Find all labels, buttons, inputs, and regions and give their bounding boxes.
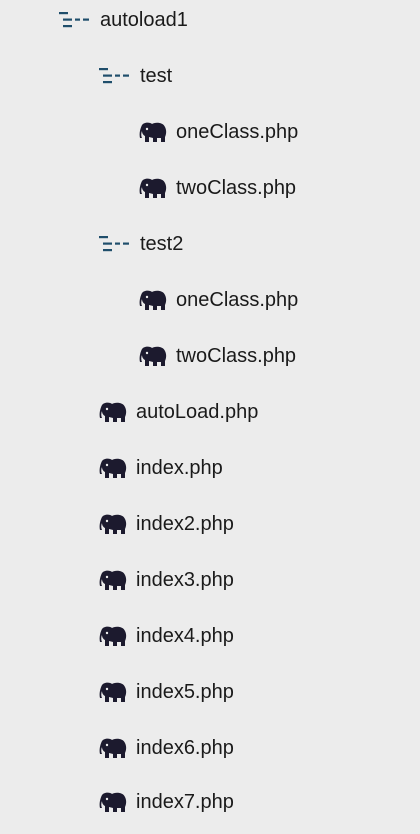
- tree-folder-item[interactable]: test: [0, 56, 420, 96]
- tree-file-item[interactable]: index5.php: [0, 672, 420, 712]
- php-elephant-icon: [138, 121, 170, 143]
- php-elephant-icon: [98, 791, 130, 813]
- php-elephant-icon: [138, 345, 170, 367]
- tree-item-label: autoload1: [100, 8, 188, 31]
- tree-file-item[interactable]: index6.php: [0, 728, 420, 768]
- tree-item-label: index4.php: [136, 624, 234, 647]
- php-elephant-icon: [98, 681, 130, 703]
- tree-folder-item[interactable]: test2: [0, 224, 420, 264]
- tree-file-item[interactable]: index.php: [0, 448, 420, 488]
- tree-folder-item[interactable]: autoload1: [0, 0, 420, 40]
- folder-tree-icon: [58, 9, 90, 31]
- tree-item-label: oneClass.php: [176, 120, 299, 143]
- tree-file-item[interactable]: index4.php: [0, 616, 420, 656]
- php-elephant-icon: [98, 625, 130, 647]
- tree-item-label: index.php: [136, 456, 223, 479]
- php-elephant-icon: [98, 513, 130, 535]
- tree-file-item[interactable]: oneClass.php: [0, 112, 420, 152]
- tree-item-label: index3.php: [136, 568, 234, 591]
- tree-item-label: autoLoad.php: [136, 400, 259, 423]
- tree-file-item[interactable]: autoLoad.php: [0, 392, 420, 432]
- tree-file-item[interactable]: index7.php: [0, 782, 420, 822]
- tree-item-label: index6.php: [136, 736, 234, 759]
- tree-item-label: index2.php: [136, 512, 234, 535]
- tree-item-label: twoClass.php: [176, 176, 297, 199]
- php-elephant-icon: [98, 401, 130, 423]
- folder-tree-icon: [98, 233, 130, 255]
- tree-file-item[interactable]: twoClass.php: [0, 336, 420, 376]
- tree-item-label: oneClass.php: [176, 288, 299, 311]
- tree-file-item[interactable]: oneClass.php: [0, 280, 420, 320]
- tree-item-label: test: [140, 64, 173, 87]
- php-elephant-icon: [98, 457, 130, 479]
- php-elephant-icon: [138, 177, 170, 199]
- folder-tree-icon: [98, 65, 130, 87]
- tree-file-item[interactable]: index2.php: [0, 504, 420, 544]
- php-elephant-icon: [138, 289, 170, 311]
- php-elephant-icon: [98, 569, 130, 591]
- tree-item-label: twoClass.php: [176, 344, 297, 367]
- tree-file-item[interactable]: twoClass.php: [0, 168, 420, 208]
- tree-file-item[interactable]: index3.php: [0, 560, 420, 600]
- tree-item-label: index7.php: [136, 790, 234, 813]
- tree-item-label: index5.php: [136, 680, 234, 703]
- tree-item-label: test2: [140, 232, 184, 255]
- php-elephant-icon: [98, 737, 130, 759]
